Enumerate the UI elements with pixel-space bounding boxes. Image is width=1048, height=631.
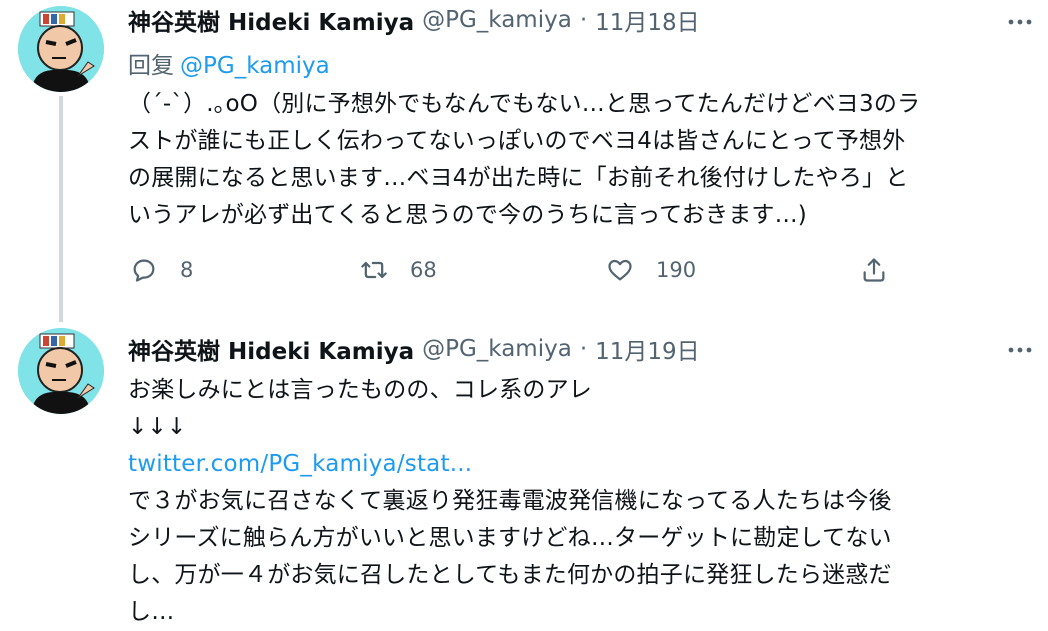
author-name[interactable]: 神谷英樹 Hideki Kamiya xyxy=(128,332,414,366)
avatar-image xyxy=(18,328,104,414)
author-name[interactable]: 神谷英樹 Hideki Kamiya xyxy=(128,3,414,37)
separator-dot: · xyxy=(579,336,588,362)
retweet-icon xyxy=(361,261,387,279)
avatar[interactable] xyxy=(18,6,104,92)
share-button[interactable] xyxy=(860,252,888,288)
tweet[interactable]: 神谷英樹 Hideki Kamiya @PG_kamiya · 11月19日 お… xyxy=(0,320,1048,625)
more-button[interactable] xyxy=(1004,6,1036,38)
share-icon xyxy=(863,258,885,282)
tweet-text-line: いうアレが必ず出てくると思うので今のうちに言っておきます…) xyxy=(128,202,807,228)
author-handle[interactable]: @PG_kamiya xyxy=(422,336,572,362)
reply-label: 回复 xyxy=(128,53,174,79)
separator-dot: · xyxy=(579,7,588,33)
tweet-text-line: で３がお気に召さなくて裏返り発狂毒電波発信機になってる人たちは今後 xyxy=(128,488,892,514)
tweet-text-arrows: ↓↓↓ xyxy=(128,414,187,440)
tweet-text: （´-`）.｡oO（別に予想外でもなんでもない…と思ってたんだけどベヨ3のラ ス… xyxy=(128,86,1023,234)
more-horizontal-icon xyxy=(1008,19,1032,25)
reply-mention-link[interactable]: @PG_kamiya xyxy=(180,53,330,79)
reply-button[interactable]: 8 xyxy=(130,252,193,288)
heart-icon xyxy=(608,259,632,281)
more-horizontal-icon xyxy=(1008,347,1032,353)
tweet-text: お楽しみにとは言ったものの、コレ系のアレ ↓↓↓ twitter.com/PG_… xyxy=(128,372,1023,631)
tweet-text-line: ストが誰にも正しく伝わってないっぽいのでベヨ4は皆さんにとって予想外 xyxy=(128,128,906,154)
tweet[interactable]: 神谷英樹 Hideki Kamiya @PG_kamiya · 11月18日 回… xyxy=(0,0,1048,322)
like-count: 190 xyxy=(656,258,697,282)
tweet-text-line: し、万が一４がお気に召したとしてもまた何かの拍子に発狂したら迷惑だ xyxy=(128,562,892,588)
more-button[interactable] xyxy=(1004,334,1036,366)
reply-context: 回复 @PG_kamiya xyxy=(128,46,330,80)
tweet-text-line: （´-`）.｡oO（別に予想外でもなんでもない…と思ってたんだけどベヨ3のラ xyxy=(128,91,921,117)
like-button[interactable]: 190 xyxy=(606,252,696,288)
retweet-button[interactable]: 68 xyxy=(360,252,437,288)
tweet-date[interactable]: 11月18日 xyxy=(595,3,700,37)
tweet-actions: 8 68 190 xyxy=(128,252,908,288)
reply-count: 8 xyxy=(180,258,194,282)
tweet-text-line: の展開になると思います…ベヨ4が出た時に「お前それ後付けしたやろ」と xyxy=(128,165,909,191)
author-handle[interactable]: @PG_kamiya xyxy=(422,7,572,33)
tweet-text-line: し… xyxy=(128,599,175,625)
retweet-count: 68 xyxy=(410,258,437,282)
tweet-link[interactable]: twitter.com/PG_kamiya/stat... xyxy=(128,446,1023,483)
tweet-header: 神谷英樹 Hideki Kamiya @PG_kamiya · 11月18日 xyxy=(128,3,700,37)
avatar-image xyxy=(18,6,104,92)
avatar[interactable] xyxy=(18,328,104,414)
thread-connector-line xyxy=(59,96,63,322)
tweet-text-line: シリーズに触らん方がいいと思いますけどね…ターゲットに勘定してない xyxy=(128,525,892,551)
tweet-header: 神谷英樹 Hideki Kamiya @PG_kamiya · 11月19日 xyxy=(128,332,700,366)
tweet-text-line: お楽しみにとは言ったものの、コレ系のアレ xyxy=(128,377,592,403)
reply-bubble-icon xyxy=(133,259,155,282)
tweet-date[interactable]: 11月19日 xyxy=(595,332,700,366)
